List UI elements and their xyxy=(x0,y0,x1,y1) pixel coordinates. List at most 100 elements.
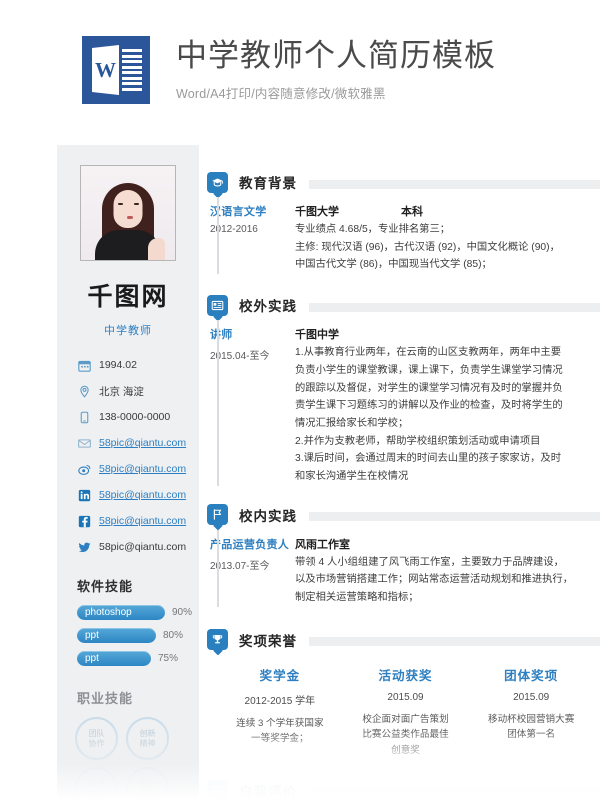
on-campus-line: 以及市场营销搭建工作；网站常态运营活动规划和推进执行， xyxy=(295,574,574,586)
award-item: 活动获奖 2015.09 校企面对面广告策划 比赛公益类作品最佳 创意奖 xyxy=(343,665,469,758)
off-campus-line: 2.并作为支教老师，帮助学校组织策划活动或申请项目 xyxy=(295,435,541,447)
header-text-block: 中学教师个人简历模板 Word/A4打印/内容随意修改/微软雅黑 xyxy=(176,38,496,103)
contact-facebook-text[interactable]: 58pic@qiantu.com xyxy=(99,515,186,527)
career-skill-line2: 管理 xyxy=(139,788,156,798)
education-degree: 本科 xyxy=(401,206,423,218)
section-awards: 奖项荣誉 奖学金 2012-2015 学年 连续 3 个学年获国家 一等奖学金；… xyxy=(199,625,600,758)
contact-location: 北京 海淀 xyxy=(77,380,199,402)
flag-icon xyxy=(207,504,228,526)
skill-bar-photoshop: photoshop xyxy=(77,605,165,620)
off-campus-line: 和家长沟通学生在校情况 xyxy=(295,471,409,483)
off-campus-role: 讲师 xyxy=(210,329,233,342)
on-campus-line: 制定相关运营策略和指标； xyxy=(295,592,419,604)
section-meta: 汉语言文学 2012-2016 xyxy=(207,203,295,274)
timeline-line xyxy=(217,197,219,275)
career-skill-line1: 沟通 xyxy=(88,778,105,788)
award-date: 2015.09 xyxy=(513,691,550,703)
skill-percent: 80% xyxy=(163,630,184,641)
contact-weibo-text[interactable]: 58pic@qiantu.com xyxy=(99,463,186,475)
education-line: 中国古代文学 (86)，中国现当代文学 (85)； xyxy=(295,259,492,271)
software-skills-heading: 软件技能 xyxy=(77,579,134,594)
skill-row: ppt 75% xyxy=(77,651,199,666)
contact-location-text: 北京 海淀 xyxy=(99,385,144,398)
contact-twitter[interactable]: 58pic@qiantu.com xyxy=(77,536,199,558)
section-header: 自我评价 xyxy=(207,776,600,800)
timeline-line xyxy=(217,320,219,486)
contact-email-text[interactable]: 58pic@qiantu.com xyxy=(99,437,186,449)
id-card-icon xyxy=(207,294,228,316)
contact-weibo[interactable]: 58pic@qiantu.com xyxy=(77,458,199,480)
section-detail: 风雨工作室 带领 4 人小组组建了风飞雨工作室，主要致力于品牌建设， 以及市场营… xyxy=(295,536,600,607)
career-skill-line1: 组织 xyxy=(139,778,156,788)
skill-label: ppt xyxy=(85,653,99,664)
graduation-cap-icon xyxy=(207,171,228,193)
main-content: 教育背景 汉语言文学 2012-2016 千图大学 本科 专业绩点 4.68/5… xyxy=(199,145,600,800)
section-title: 校外实践 xyxy=(239,299,297,315)
section-title: 自我评价 xyxy=(239,784,297,800)
off-campus-line: 3.课后时间，会通过周末的时间去山里的孩子家家访，及时 xyxy=(295,453,562,465)
avatar xyxy=(80,165,176,261)
off-campus-line: 责学生课下习题练习的讲解以及作业的检查，及时将学生的 xyxy=(295,400,563,412)
career-skill-ring: 沟通 表达 xyxy=(75,767,118,800)
education-date: 2012-2016 xyxy=(210,224,258,235)
off-campus-line: 负责小学生的课堂教课，课上课下，负责学生课堂学习情况 xyxy=(295,364,563,376)
contact-twitter-text[interactable]: 58pic@qiantu.com xyxy=(99,541,186,553)
section-body: 产品运营负责人 2013.07-至今 风雨工作室 带领 4 人小组组建了风飞雨工… xyxy=(207,530,600,607)
section-rule xyxy=(309,637,600,647)
education-line: 主修: 现代汉语 (96)，古代汉语 (92)，中国文化概论 (90)， xyxy=(295,241,560,253)
contact-facebook[interactable]: 58pic@qiantu.com xyxy=(77,510,199,532)
timeline-line xyxy=(217,529,219,607)
off-campus-date: 2015.04-至今 xyxy=(210,351,270,363)
weibo-icon xyxy=(77,462,92,477)
career-skill-line1: 团队 xyxy=(88,728,105,738)
off-campus-org: 千图中学 xyxy=(295,329,339,342)
award-name: 奖学金 xyxy=(259,668,301,683)
on-campus-date: 2013.07-至今 xyxy=(210,560,270,572)
education-line: 专业绩点 4.68/5，专业排名第三； xyxy=(295,224,451,235)
section-header: 教育背景 xyxy=(207,167,600,197)
award-desc: 连续 3 个学年获国家 一等奖学金； xyxy=(236,717,324,745)
calendar-icon xyxy=(77,358,92,373)
word-icon: W xyxy=(82,36,150,104)
section-header: 校外实践 xyxy=(207,290,600,320)
skill-row: photoshop 90% xyxy=(77,605,199,620)
contact-linkedin-text[interactable]: 58pic@qiantu.com xyxy=(99,489,186,501)
facebook-icon xyxy=(77,514,92,529)
skill-percent: 75% xyxy=(158,653,179,664)
awards-list: 奖学金 2012-2015 学年 连续 3 个学年获国家 一等奖学金； 活动获奖… xyxy=(207,665,600,758)
award-name: 活动获奖 xyxy=(378,668,433,683)
section-title: 奖项荣誉 xyxy=(239,633,297,649)
award-date: 2015.09 xyxy=(387,691,424,703)
contact-email[interactable]: 58pic@qiantu.com xyxy=(77,432,199,454)
section-meta: 产品运营负责人 2013.07-至今 xyxy=(207,536,295,607)
section-body: 讲师 2015.04-至今 千图中学 1.从事教育行业两年，在云南的山区支教两年… xyxy=(207,320,600,486)
section-self-evaluation: 自我评价 微博第一批种子用户，活跃于各种论坛，天涯，知乎，豆瓣，扒皮小能手一枚；… xyxy=(199,776,600,800)
off-campus-line: 的跟踪以及督促，对学生的课堂学习情况有及时的掌握并负 xyxy=(295,382,563,394)
skill-percent: 90% xyxy=(172,607,193,618)
education-org-row: 千图大学 本科 xyxy=(295,203,592,219)
sidebar: 千图网 中学教师 1994.02 北京 海淀 138-0000-0000 58p… xyxy=(57,145,199,800)
award-item: 奖学金 2012-2015 学年 连续 3 个学年获国家 一等奖学金； xyxy=(217,665,343,758)
on-campus-role: 产品运营负责人 xyxy=(210,538,290,551)
email-icon xyxy=(77,436,92,451)
section-rule xyxy=(309,788,600,798)
page-header: W 中学教师个人简历模板 Word/A4打印/内容随意修改/微软雅黑 xyxy=(0,0,600,140)
career-skills-heading: 职业技能 xyxy=(77,691,134,706)
section-education: 教育背景 汉语言文学 2012-2016 千图大学 本科 专业绩点 4.68/5… xyxy=(199,167,600,275)
section-title: 校内实践 xyxy=(239,508,297,524)
trophy-icon xyxy=(207,629,228,651)
award-desc: 移动杯校园营销大赛 团体第一名 xyxy=(488,713,575,741)
section-on-campus-practice: 校内实践 产品运营负责人 2013.07-至今 风雨工作室 带领 4 人小组组建… xyxy=(199,500,600,607)
career-skill-line2: 协作 xyxy=(88,738,105,748)
skill-label: photoshop xyxy=(85,607,132,618)
page-subtitle: Word/A4打印/内容随意修改/微软雅黑 xyxy=(176,87,386,102)
section-title: 教育背景 xyxy=(239,176,297,191)
contact-linkedin[interactable]: 58pic@qiantu.com xyxy=(77,484,199,506)
phone-icon xyxy=(77,410,92,425)
section-detail: 千图大学 本科 专业绩点 4.68/5，专业排名第三； 主修: 现代汉语 (96… xyxy=(295,203,600,274)
off-campus-line: 1.从事教育行业两年，在云南的山区支教两年，两年中主要 xyxy=(295,347,562,359)
on-campus-org: 风雨工作室 xyxy=(295,538,350,551)
section-off-campus-practice: 校外实践 讲师 2015.04-至今 千图中学 1.从事教育行业两年，在云南的山… xyxy=(199,290,600,486)
section-header: 校内实践 xyxy=(207,500,600,530)
twitter-icon xyxy=(77,540,92,555)
